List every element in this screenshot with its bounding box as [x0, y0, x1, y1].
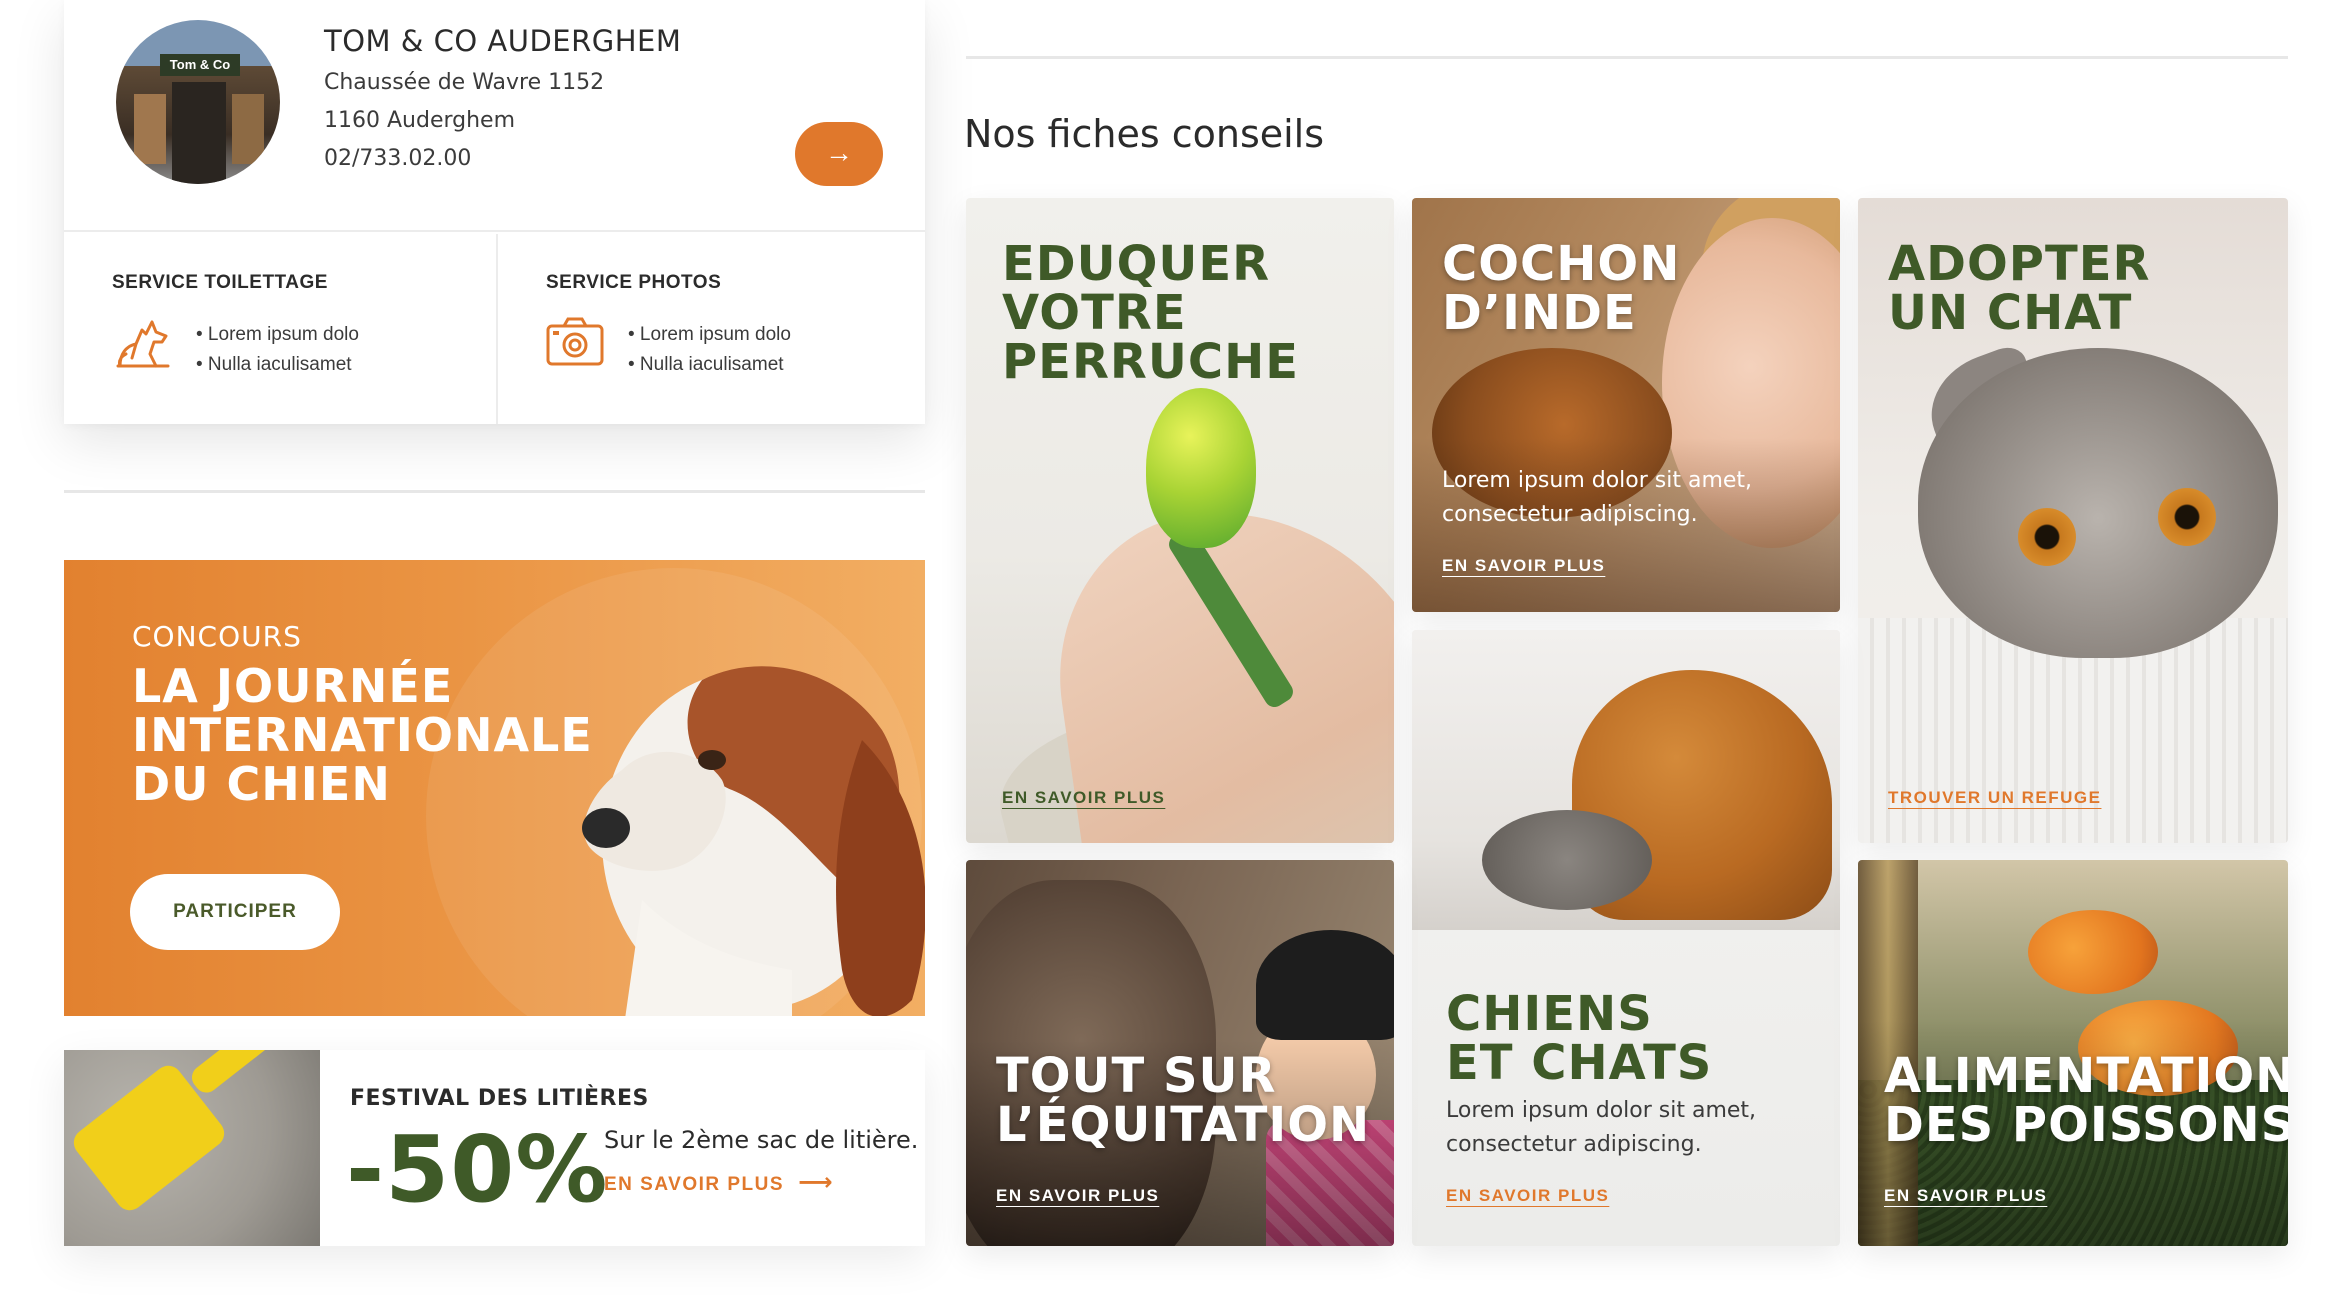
store-photo: Tom & Co	[116, 20, 280, 184]
participate-button[interactable]: PARTICIPER	[130, 874, 340, 950]
promo-title-line: INTERNATIONALE	[132, 708, 593, 762]
tip-title: CHIENS ET CHATS	[1446, 990, 1712, 1088]
tip-title-line: D’INDE	[1442, 285, 1637, 341]
tip-title-line: L’ÉQUITATION	[996, 1097, 1371, 1153]
tip-card-perruche[interactable]: EDUQUER VOTRE PERRUCHE EN SAVOIR PLUS	[966, 198, 1394, 843]
tip-more-link[interactable]: EN SAVOIR PLUS	[1442, 556, 1605, 576]
litter-promo[interactable]: FESTIVAL DES LITIÈRES -50% Sur le 2ème s…	[64, 1050, 925, 1246]
tip-more-link[interactable]: EN SAVOIR PLUS	[1446, 1186, 1609, 1206]
service-title: SERVICE TOILETTAGE	[112, 272, 328, 293]
tip-more-link[interactable]: EN SAVOIR PLUS	[1884, 1186, 2047, 1206]
section-title: Nos fiches conseils	[964, 112, 1325, 156]
tip-card-equitation[interactable]: TOUT SUR L’ÉQUITATION EN SAVOIR PLUS	[966, 860, 1394, 1246]
divider	[64, 490, 925, 493]
tip-text: Lorem ipsum dolor sit amet, consectetur …	[1442, 468, 1753, 527]
service-title: SERVICE PHOTOS	[546, 272, 722, 293]
tip-title: COCHON D’INDE	[1442, 240, 1680, 338]
service-photos[interactable]: SERVICE PHOTOS • Lorem ipsum dolo • Null…	[500, 234, 925, 424]
tip-card-chat[interactable]: ADOPTER UN CHAT TROUVER UN REFUGE	[1858, 198, 2288, 843]
tip-title-line: ADOPTER	[1888, 236, 2151, 292]
tip-title-line: EDUQUER	[1002, 236, 1271, 292]
tip-title-line: DES POISSONS	[1884, 1097, 2288, 1153]
tip-title-line: ET CHATS	[1446, 1035, 1713, 1091]
service-grooming[interactable]: SERVICE TOILETTAGE • Lorem ipsum dolo • …	[64, 234, 498, 424]
divider	[966, 56, 2288, 59]
dog-and-cat-image	[1412, 630, 1840, 930]
store-logo-sign: Tom & Co	[160, 54, 240, 76]
service-bullet: • Lorem ipsum dolo	[628, 324, 791, 345]
tip-card-cochon-inde[interactable]: COCHON D’INDE Lorem ipsum dolor sit amet…	[1412, 198, 1840, 612]
tip-card-poissons[interactable]: ALIMENTATION DES POISSONS EN SAVOIR PLUS	[1858, 860, 2288, 1246]
tip-title: ADOPTER UN CHAT	[1888, 240, 2150, 338]
service-bullet: • Lorem ipsum dolo	[196, 324, 359, 345]
tip-title-line: TOUT SUR	[996, 1048, 1277, 1104]
store-street: Chaussée de Wavre 1152	[324, 70, 605, 95]
tip-title-line: CHIENS	[1446, 986, 1653, 1042]
tip-title-line: PERRUCHE	[1002, 334, 1300, 390]
cat-image	[1918, 348, 2278, 658]
parakeet-image	[1146, 388, 1256, 548]
tip-title: TOUT SUR L’ÉQUITATION	[996, 1052, 1370, 1150]
dog-icon	[116, 320, 170, 368]
tip-title-line: VOTRE	[1002, 285, 1187, 341]
tip-text: Lorem ipsum dolor sit amet, consectetur …	[1446, 1098, 1757, 1157]
store-name: TOM & CO AUDERGHEM	[324, 24, 682, 58]
promo-kicker: CONCOURS	[132, 620, 302, 653]
store-details-button[interactable]: →	[795, 122, 883, 186]
tip-more-link[interactable]: EN SAVOIR PLUS	[996, 1186, 1159, 1206]
service-bullets: • Lorem ipsum dolo • Nulla iaculisamet	[196, 320, 359, 380]
litter-more-label: EN SAVOIR PLUS	[604, 1174, 785, 1195]
camera-icon	[546, 317, 604, 366]
litter-title: FESTIVAL DES LITIÈRES	[350, 1086, 649, 1111]
tip-title-line: COCHON	[1442, 236, 1681, 292]
arrow-right-icon: ⟶	[798, 1169, 834, 1196]
promo-title-line: DU CHIEN	[132, 757, 391, 811]
service-bullet: • Nulla iaculisamet	[628, 354, 784, 375]
tip-title: EDUQUER VOTRE PERRUCHE	[1002, 240, 1299, 387]
tip-title-line: UN CHAT	[1888, 285, 2133, 341]
tip-title-line: ALIMENTATION	[1884, 1048, 2288, 1104]
litter-more-link[interactable]: EN SAVOIR PLUS ⟶	[604, 1168, 834, 1197]
beagle-image	[582, 666, 925, 1016]
store-phone[interactable]: 02/733.02.00	[324, 146, 471, 171]
promo-title-line: LA JOURNÉE	[132, 659, 454, 713]
arrow-right-icon: →	[825, 137, 853, 168]
goldfish-image	[2028, 910, 2158, 994]
litter-discount: -50%	[346, 1116, 609, 1223]
tip-title: ALIMENTATION DES POISSONS	[1884, 1052, 2288, 1150]
store-card: Tom & Co TOM & CO AUDERGHEM Chaussée de …	[64, 0, 925, 424]
litter-scoop-image	[64, 1050, 320, 1246]
tip-more-link[interactable]: EN SAVOIR PLUS	[1002, 788, 1165, 808]
service-bullet: • Nulla iaculisamet	[196, 354, 352, 375]
tip-more-link[interactable]: TROUVER UN REFUGE	[1888, 788, 2101, 808]
promo-banner[interactable]: CONCOURS LA JOURNÉE INTERNATIONALE DU CH…	[64, 560, 925, 1016]
tip-card-chiens-chats[interactable]: CHIENS ET CHATS Lorem ipsum dolor sit am…	[1412, 630, 1840, 1246]
litter-description: Sur le 2ème sac de litière.	[604, 1126, 919, 1154]
service-bullets: • Lorem ipsum dolo • Nulla iaculisamet	[628, 320, 791, 380]
store-city: 1160 Auderghem	[324, 108, 516, 133]
promo-title: LA JOURNÉE INTERNATIONALE DU CHIEN	[132, 659, 593, 811]
store-header: Tom & Co TOM & CO AUDERGHEM Chaussée de …	[64, 0, 925, 232]
